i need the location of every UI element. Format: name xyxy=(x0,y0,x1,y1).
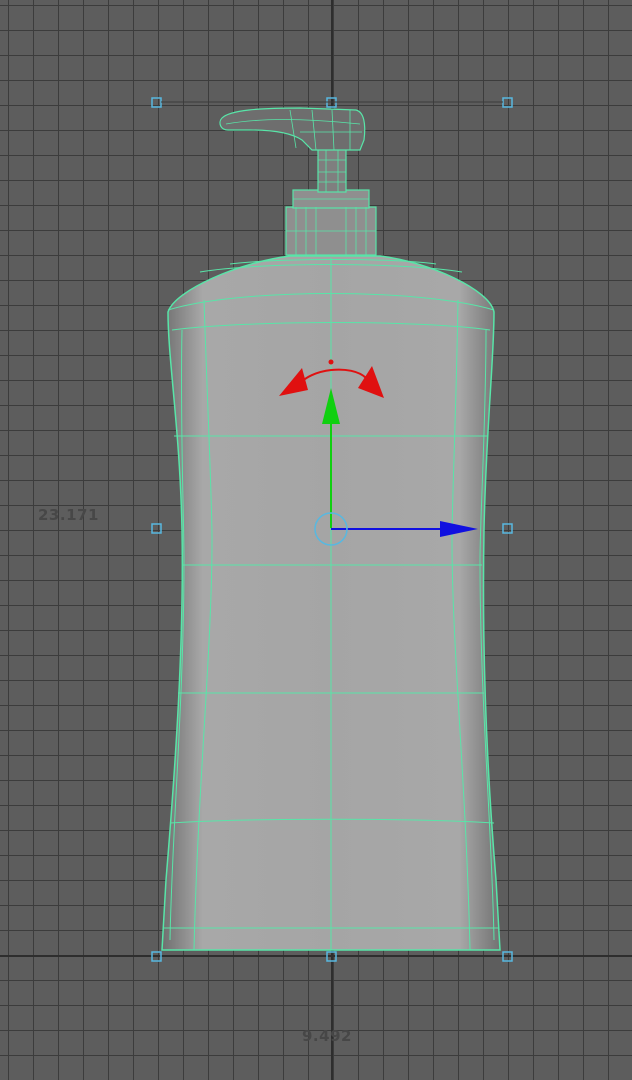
height-dimension-label: 23.171 xyxy=(38,506,99,524)
bounding-box-handle-icon[interactable] xyxy=(151,97,162,108)
bounding-box-handle-icon[interactable] xyxy=(151,523,162,534)
bounding-box-handle-icon[interactable] xyxy=(151,951,162,962)
bounding-box-handle-icon[interactable] xyxy=(502,523,513,534)
pump-stem[interactable] xyxy=(317,147,347,193)
bounding-box-handle-icon[interactable] xyxy=(326,951,337,962)
bottle-collar[interactable] xyxy=(285,189,377,256)
width-dimension-label: 9.492 xyxy=(302,1027,352,1045)
scene-canvas[interactable] xyxy=(0,0,632,1080)
modeling-viewport[interactable]: 23.171 9.492 xyxy=(0,0,632,1080)
bounding-box-handle-icon[interactable] xyxy=(502,951,513,962)
pump-head[interactable] xyxy=(219,107,366,151)
bounding-box-handle-icon[interactable] xyxy=(502,97,513,108)
